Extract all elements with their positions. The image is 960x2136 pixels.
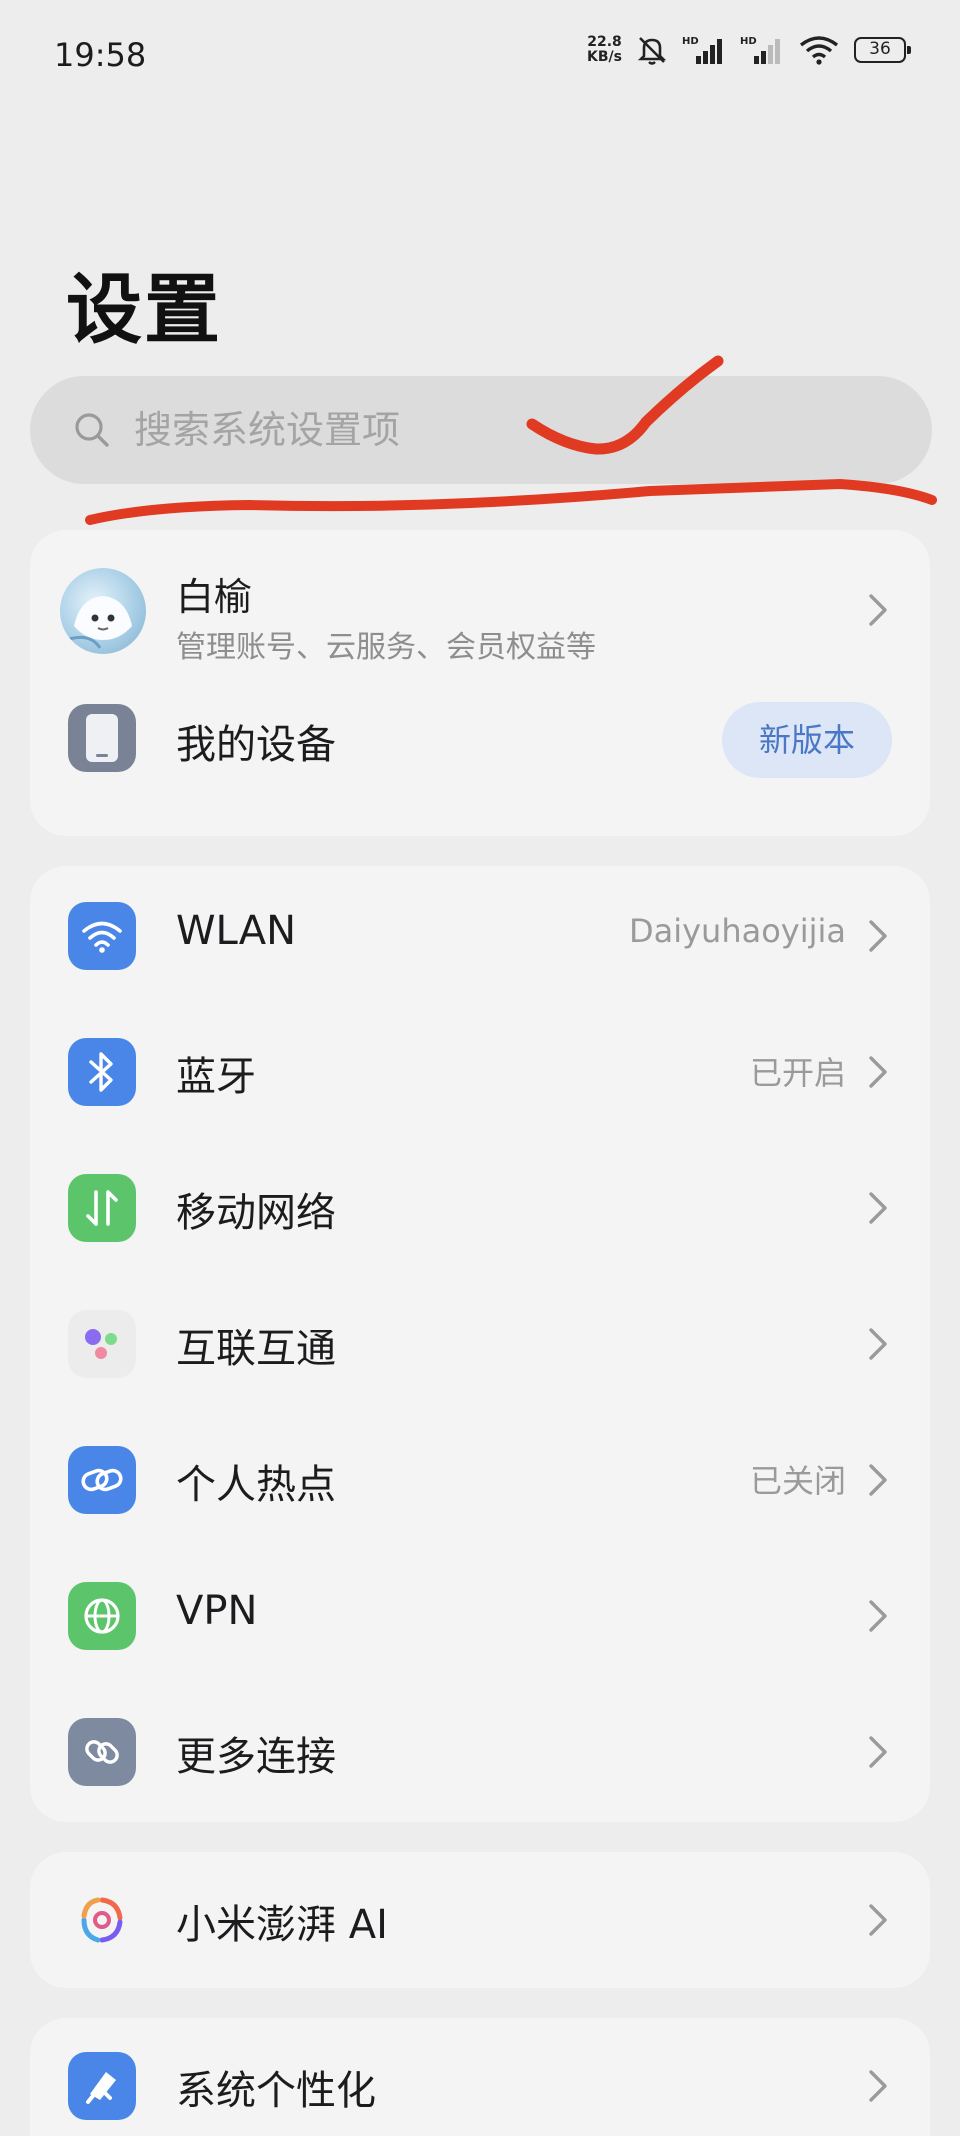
- vpn-label: VPN: [176, 1588, 258, 1634]
- account-row[interactable]: 白榆 管理账号、云服务、会员权益等: [30, 530, 930, 690]
- settings-item-more-connections[interactable]: 更多连接: [30, 1684, 930, 1820]
- wlan-label: WLAN: [176, 908, 297, 954]
- search-icon: [75, 413, 109, 447]
- network-speed: 22.8 KB/s: [587, 35, 622, 65]
- battery-icon: 36: [854, 37, 911, 63]
- network-speed-unit: KB/s: [587, 49, 622, 65]
- brush-icon: [68, 2052, 136, 2120]
- chevron-right-icon: [869, 1328, 887, 1360]
- personalize-card: 系统个性化: [30, 2018, 930, 2136]
- my-device-row[interactable]: 我的设备 新版本: [30, 692, 930, 828]
- bluetooth-label: 蓝牙: [176, 1054, 256, 1100]
- account-subtitle: 管理账号、云服务、会员权益等: [176, 630, 596, 665]
- hyperai-label: 小米澎湃 AI: [176, 1902, 388, 1948]
- settings-item-bluetooth[interactable]: 蓝牙 已开启: [30, 1004, 930, 1140]
- globe-icon: [68, 1582, 136, 1650]
- bluetooth-value: 已开启: [749, 1054, 846, 1092]
- ai-card: 小米澎湃 AI: [30, 1852, 930, 1988]
- more-connections-label: 更多连接: [176, 1734, 336, 1780]
- hyperai-icon: [68, 1886, 136, 1954]
- new-version-badge[interactable]: 新版本: [722, 702, 892, 778]
- account-card: 白榆 管理账号、云服务、会员权益等 我的设备 新版本: [30, 530, 930, 836]
- mobile-network-label: 移动网络: [176, 1190, 336, 1236]
- chevron-right-icon: [869, 2070, 887, 2102]
- hd-signal-icon: HD: [740, 36, 780, 64]
- settings-item-wlan[interactable]: WLAN Daiyuhaoyijia: [30, 868, 930, 1004]
- settings-item-mobile-network[interactable]: 移动网络: [30, 1140, 930, 1276]
- svg-text:HD: HD: [740, 36, 757, 47]
- interconnect-label: 互联互通: [176, 1326, 336, 1372]
- hd-signal-icon: HD: [682, 36, 722, 64]
- status-time: 19:58: [54, 36, 147, 74]
- chevron-right-icon: [869, 1192, 887, 1224]
- chevron-right-icon: [869, 920, 887, 952]
- network-speed-value: 22.8: [587, 34, 622, 50]
- avatar: [60, 568, 146, 654]
- link-icon: [68, 1718, 136, 1786]
- interconnect-icon: [68, 1310, 136, 1378]
- chevron-right-icon: [869, 1056, 887, 1088]
- settings-item-hyperai[interactable]: 小米澎湃 AI: [30, 1852, 930, 1988]
- account-name: 白榆: [176, 575, 253, 619]
- chevron-right-icon: [869, 1736, 887, 1768]
- my-device-label: 我的设备: [176, 722, 336, 768]
- personalize-label: 系统个性化: [176, 2068, 376, 2114]
- connections-card: WLAN Daiyuhaoyijia 蓝牙 已开启 移动网络 互联互通 个人热点…: [30, 866, 930, 1822]
- mobile-data-icon: [68, 1174, 136, 1242]
- search-input[interactable]: [134, 404, 834, 456]
- chevron-right-icon: [869, 594, 887, 626]
- settings-item-personalize[interactable]: 系统个性化: [30, 2018, 930, 2136]
- settings-item-interconnect[interactable]: 互联互通: [30, 1276, 930, 1412]
- chevron-right-icon: [869, 1464, 887, 1496]
- svg-text:HD: HD: [682, 36, 699, 47]
- wifi-icon: [68, 902, 136, 970]
- wlan-value: Daiyuhaoyijia: [628, 912, 846, 950]
- mute-bell-icon: [637, 37, 667, 65]
- bluetooth-icon: [68, 1038, 136, 1106]
- hotspot-label: 个人热点: [176, 1462, 336, 1508]
- status-icons: 22.8 KB/s HD HD 36: [587, 34, 911, 66]
- page-title: 设置: [66, 265, 222, 354]
- wifi-icon: [799, 36, 839, 65]
- status-bar: 19:58 22.8 KB/s HD HD 36: [0, 0, 960, 110]
- chevron-right-icon: [869, 1600, 887, 1632]
- hotspot-value: 已关闭: [749, 1462, 846, 1500]
- settings-item-hotspot[interactable]: 个人热点 已关闭: [30, 1412, 930, 1548]
- chevron-right-icon: [869, 1904, 887, 1936]
- search-bar[interactable]: [30, 376, 932, 484]
- phone-icon: [68, 704, 136, 772]
- settings-item-vpn[interactable]: VPN: [30, 1548, 930, 1684]
- hotspot-icon: [68, 1446, 136, 1514]
